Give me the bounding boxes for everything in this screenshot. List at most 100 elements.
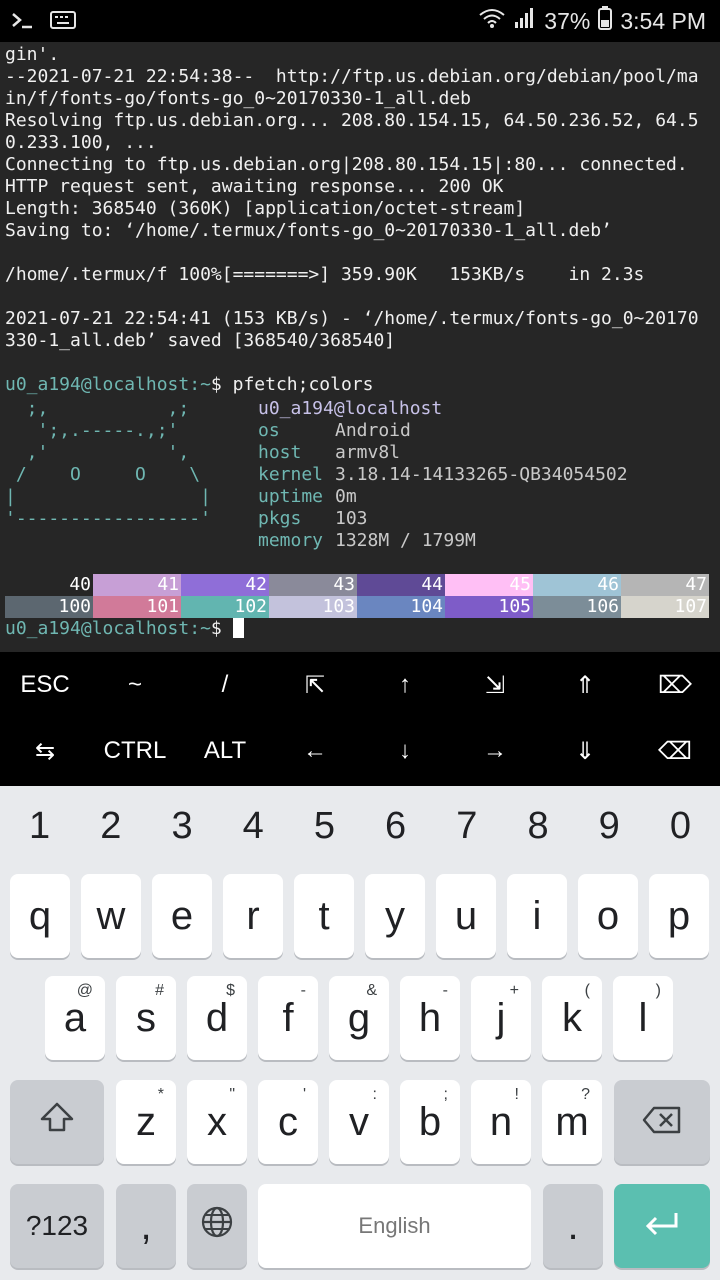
key-c[interactable]: c ' [258,1080,318,1164]
key-letter: h [418,995,442,1040]
tab-key-icon[interactable]: ⇆ [0,718,90,784]
pfetch-value: 1328M / 1799M [335,530,476,551]
arrow-up-key-icon[interactable]: ↑ [360,652,450,718]
status-bar: 37% 3:54 PM [0,0,720,42]
pfetch-key: pkgs [258,508,302,529]
backspace-key-icon[interactable]: ⌫ [630,718,720,784]
key-f[interactable]: f- [258,976,318,1060]
key-i[interactable]: i [507,874,567,958]
page-up-key-icon[interactable]: ⇑ [540,652,630,718]
terminal-line: HTTP request sent, awaiting response... … [5,176,504,197]
key-hint: - [442,982,448,999]
pfetch-logo: ;, ,; ';,.-----.,;' ,' ', / O O \ | | '-… [5,398,211,530]
pfetch-value: 103 [335,508,368,529]
terminal-notification-icon [10,9,36,36]
key-r[interactable]: r [223,874,283,958]
key-4[interactable]: 4 [218,786,289,866]
key-v[interactable]: v: [329,1080,389,1164]
shift-key[interactable] [10,1080,104,1164]
color-cell: 106 [533,596,621,618]
prompt-symbol: $ [210,374,222,395]
key-row-1: q w e r t y u i o p [0,874,720,958]
key-p[interactable]: p [649,874,709,958]
key-hint: - [300,982,306,999]
key-d[interactable]: d $ [187,976,247,1060]
slash-key[interactable]: / [180,652,270,718]
key-z[interactable]: z * [116,1080,176,1164]
color-row-normal: 40 41 42 43 44 45 46 47 [5,574,709,596]
key-a[interactable]: a @ [45,976,105,1060]
key-o[interactable]: o [578,874,638,958]
clock: 3:54 PM [620,7,706,34]
key-3[interactable]: 3 [146,786,217,866]
end-key-icon[interactable]: ⇲ [450,652,540,718]
prompt-user: u0_a194@localhost [5,618,190,639]
delete-key-icon[interactable]: ⌦ [630,652,720,718]
key-1[interactable]: 1 [4,786,75,866]
key-b[interactable]: b; [400,1080,460,1164]
tilde-key[interactable]: ~ [90,652,180,718]
key-hint: + [509,982,519,999]
key-h[interactable]: h- [400,976,460,1060]
key-hint: * [157,1086,164,1103]
number-row: 1 2 3 4 5 6 7 8 9 0 [0,786,720,866]
comma-key[interactable]: , [116,1184,176,1268]
key-hint: ; [443,1086,448,1103]
key-s[interactable]: s # [116,976,176,1060]
symbols-key[interactable]: ?123 [10,1184,104,1268]
arrow-right-key-icon[interactable]: → [450,718,540,784]
backspace-key[interactable] [614,1080,710,1164]
color-cell: 43 [269,574,357,596]
key-hint: @ [76,982,93,999]
space-bar[interactable]: English [258,1184,531,1268]
alt-key[interactable]: ALT [180,718,270,784]
arrow-down-key-icon[interactable]: ↓ [360,718,450,784]
key-letter: s [136,995,156,1040]
key-m[interactable]: m? [542,1080,602,1164]
terminal-output[interactable]: gin'. --2021-07-21 22:54:38-- http://ftp… [0,42,720,652]
key-j[interactable]: j + [471,976,531,1060]
period-key[interactable]: . [543,1184,603,1268]
page-down-key-icon[interactable]: ⇓ [540,718,630,784]
pfetch-key: memory [258,530,324,551]
terminal-line: Length: 368540 (360K) [application/octet… [5,198,526,219]
key-9[interactable]: 9 [574,786,645,866]
key-l[interactable]: l) [613,976,673,1060]
command-line: u0_a194@localhost:~$ pfetch;colors [0,374,699,396]
key-k[interactable]: k( [542,976,602,1060]
current-prompt: u0_a194@localhost:~$ [0,618,244,640]
language-key[interactable] [187,1184,247,1268]
color-cell: 103 [269,596,357,618]
backspace-icon [642,1100,682,1145]
ctrl-key[interactable]: CTRL [90,718,180,784]
key-n[interactable]: n! [471,1080,531,1164]
esc-key[interactable]: ESC [0,652,90,718]
key-0[interactable]: 0 [645,786,716,866]
arrow-left-key-icon[interactable]: ← [270,718,360,784]
key-8[interactable]: 8 [502,786,573,866]
key-5[interactable]: 5 [289,786,360,866]
key-y[interactable]: y [365,874,425,958]
battery-icon [598,6,613,36]
color-cell: 100 [5,596,93,618]
key-q[interactable]: q [10,874,70,958]
key-x[interactable]: x " [187,1080,247,1164]
key-2[interactable]: 2 [75,786,146,866]
key-7[interactable]: 7 [431,786,502,866]
enter-key[interactable] [614,1184,710,1268]
pfetch-row: pkgs 103 [258,508,628,530]
color-cell: 44 [357,574,445,596]
key-g[interactable]: g & [329,976,389,1060]
home-key-icon[interactable]: ⇱ [270,652,360,718]
key-e[interactable]: e [152,874,212,958]
pfetch-value: 0m [335,486,357,507]
key-hint: # [155,982,164,999]
key-6[interactable]: 6 [360,786,431,866]
key-letter: d [205,995,229,1040]
key-u[interactable]: u [436,874,496,958]
key-w[interactable]: w [81,874,141,958]
key-hint: ) [655,982,661,999]
color-cell: 102 [181,596,269,618]
key-row-2: a @ s # d $ f- g & h- j + k( l) [0,976,720,1060]
key-t[interactable]: t [294,874,354,958]
